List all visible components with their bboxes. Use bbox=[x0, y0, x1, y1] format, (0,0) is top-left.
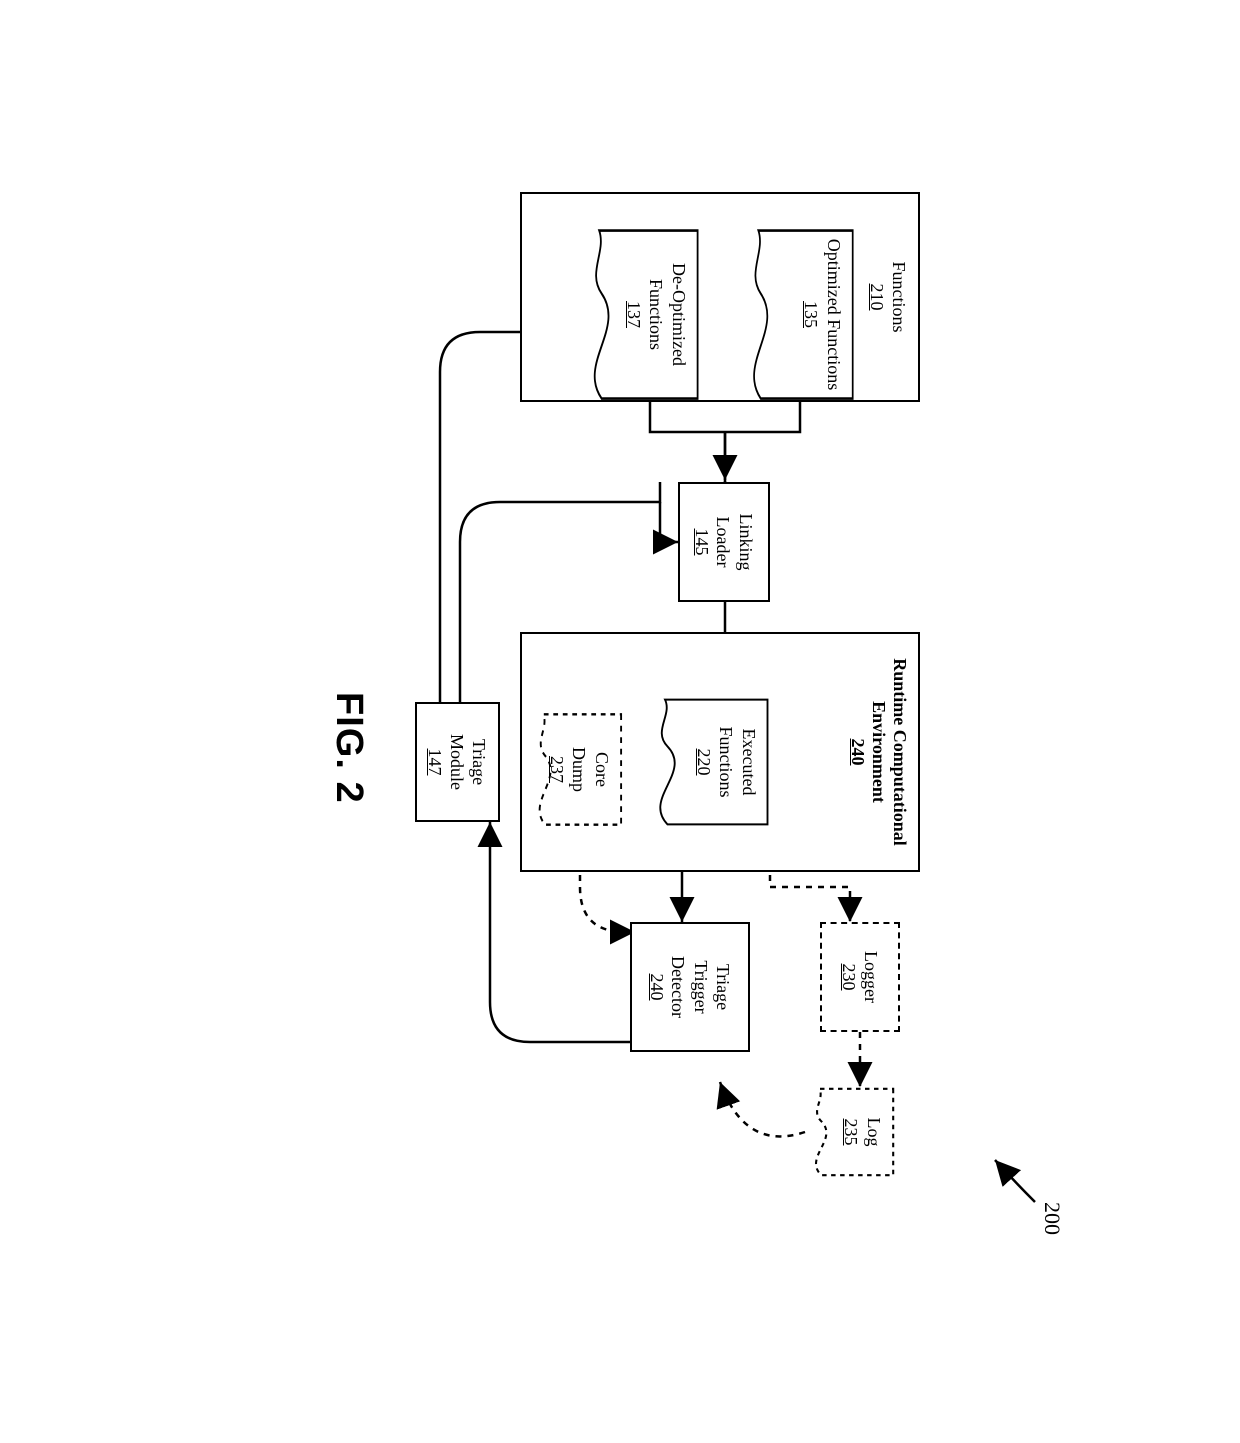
logger-box: Logger 230 bbox=[820, 922, 900, 1032]
linking-loader-id: 145 bbox=[691, 528, 712, 555]
figure-label: FIG. 2 bbox=[327, 692, 370, 804]
optimized-functions-id: 135 bbox=[800, 227, 823, 402]
optimized-functions-title: Optimized Functions bbox=[823, 227, 846, 402]
runtime-env-title: Runtime Computational Environment bbox=[868, 652, 910, 852]
deoptimized-functions-doc: De-Optimized Functions 137 bbox=[580, 227, 700, 402]
linking-loader-box: Linking Loader 145 bbox=[678, 482, 770, 602]
executed-functions-title: Executed Functions bbox=[715, 697, 760, 827]
deoptimized-functions-title: De-Optimized Functions bbox=[645, 227, 690, 402]
triage-module-id: 147 bbox=[425, 748, 446, 775]
core-dump-doc: Core Dump 237 bbox=[528, 712, 623, 827]
functions-id: 210 bbox=[867, 283, 888, 310]
core-dump-title: Core Dump bbox=[568, 739, 613, 799]
executed-functions-id: 220 bbox=[693, 697, 716, 827]
deoptimized-functions-id: 137 bbox=[623, 227, 646, 402]
runtime-env-id: 240 bbox=[847, 738, 868, 765]
triage-trigger-title: Triage Trigger Detector bbox=[667, 937, 735, 1037]
triage-module-title: Triage Module bbox=[446, 717, 491, 807]
figure-ref: 200 bbox=[1039, 1202, 1065, 1235]
optimized-functions-doc: Optimized Functions 135 bbox=[740, 227, 855, 402]
triage-trigger-box: Triage Trigger Detector 240 bbox=[630, 922, 750, 1052]
log-id: 235 bbox=[840, 1087, 863, 1177]
triage-module-box: Triage Module 147 bbox=[415, 702, 500, 822]
triage-trigger-id: 240 bbox=[646, 973, 667, 1000]
logger-id: 230 bbox=[838, 963, 859, 990]
functions-title: Functions bbox=[888, 261, 911, 332]
core-dump-id: 237 bbox=[546, 712, 569, 827]
log-doc: Log 235 bbox=[805, 1087, 895, 1177]
logger-title: Logger bbox=[859, 951, 882, 1003]
linking-loader-title: Linking Loader bbox=[712, 497, 757, 587]
log-title: Log bbox=[863, 1087, 886, 1177]
executed-functions-doc: Executed Functions 220 bbox=[645, 697, 770, 827]
